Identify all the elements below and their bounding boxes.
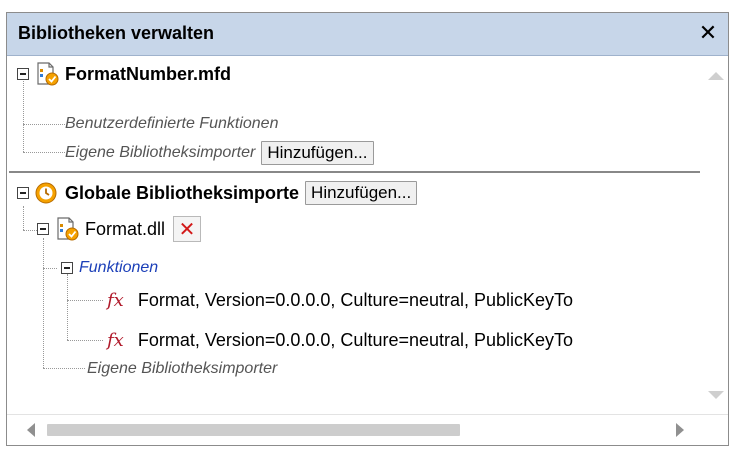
add-library-button[interactable]: Hinzufügen... bbox=[261, 141, 374, 165]
function-icon: fx bbox=[107, 329, 124, 351]
horizontal-scrollbar[interactable] bbox=[7, 414, 728, 445]
tree-node-global-imports[interactable]: Globale Bibliotheksimporte Hinzufügen... bbox=[17, 180, 418, 206]
collapse-toggle[interactable] bbox=[61, 262, 73, 274]
tree-connector bbox=[43, 238, 44, 368]
collapse-toggle[interactable] bbox=[17, 68, 29, 80]
library-imports-label: Eigene Bibliotheksimporter bbox=[65, 144, 256, 161]
tree-connector bbox=[67, 300, 103, 301]
close-icon[interactable]: ✕ bbox=[694, 19, 722, 47]
library-imports-label: Eigene Bibliotheksimporter bbox=[87, 360, 278, 377]
section-divider bbox=[9, 171, 700, 173]
user-functions-label: Benutzerdefinierte Funktionen bbox=[65, 115, 279, 132]
function-icon: fx bbox=[107, 289, 124, 311]
tree-connector bbox=[67, 340, 103, 341]
panel-title: Bibliotheken verwalten bbox=[18, 23, 215, 43]
scrollbar-thumb[interactable] bbox=[47, 424, 460, 436]
tree-node-library-imports[interactable]: Eigene Bibliotheksimporter Hinzufügen... bbox=[65, 140, 374, 166]
vertical-scrollbar[interactable] bbox=[700, 56, 728, 415]
tree-node-library-imports-global[interactable]: Eigene Bibliotheksimporter bbox=[87, 356, 277, 382]
tree-connector bbox=[23, 206, 24, 230]
add-global-library-button[interactable]: Hinzufügen... bbox=[305, 181, 418, 205]
mapping-file-icon bbox=[37, 62, 59, 86]
function-item[interactable]: fx Format, Version=0.0.0.0, Culture=neut… bbox=[107, 327, 573, 353]
tree-node-functions[interactable]: Funktionen bbox=[61, 255, 158, 281]
global-imports-icon bbox=[35, 182, 57, 204]
tree-connector bbox=[43, 268, 57, 269]
manage-libraries-panel: Bibliotheken verwalten ✕ FormatNumber.mf… bbox=[6, 12, 729, 446]
tree-node-file[interactable]: FormatNumber.mfd bbox=[17, 61, 231, 87]
scroll-right-icon[interactable] bbox=[676, 423, 684, 437]
library-label: Format.dll bbox=[85, 218, 166, 239]
tree-node-user-functions[interactable]: Benutzerdefinierte Funktionen bbox=[65, 111, 278, 137]
scroll-up-icon[interactable] bbox=[708, 72, 724, 80]
file-node-label: FormatNumber.mfd bbox=[65, 63, 232, 84]
global-imports-label: Globale Bibliotheksimporte bbox=[65, 182, 300, 203]
scroll-left-icon[interactable] bbox=[27, 423, 35, 437]
functions-label: Funktionen bbox=[79, 259, 159, 276]
collapse-toggle[interactable] bbox=[37, 223, 49, 235]
tree-connector bbox=[23, 230, 37, 231]
function-label: Format, Version=0.0.0.0, Culture=neutral… bbox=[137, 289, 574, 310]
tree-connector bbox=[43, 368, 85, 369]
delete-icon[interactable]: ✕ bbox=[173, 216, 202, 242]
tree-node-library[interactable]: Format.dll ✕ bbox=[37, 216, 202, 242]
tree-connector bbox=[23, 152, 65, 153]
tree-connector bbox=[23, 124, 65, 125]
scroll-down-icon[interactable] bbox=[708, 391, 724, 399]
tree-connector bbox=[67, 274, 68, 340]
function-item[interactable]: fx Format, Version=0.0.0.0, Culture=neut… bbox=[107, 287, 573, 313]
collapse-toggle[interactable] bbox=[17, 187, 29, 199]
library-file-icon bbox=[57, 217, 79, 241]
panel-titlebar: Bibliotheken verwalten ✕ bbox=[7, 13, 728, 56]
function-label: Format, Version=0.0.0.0, Culture=neutral… bbox=[137, 329, 574, 350]
library-tree: FormatNumber.mfd Benutzerdefinierte Funk… bbox=[7, 56, 700, 415]
